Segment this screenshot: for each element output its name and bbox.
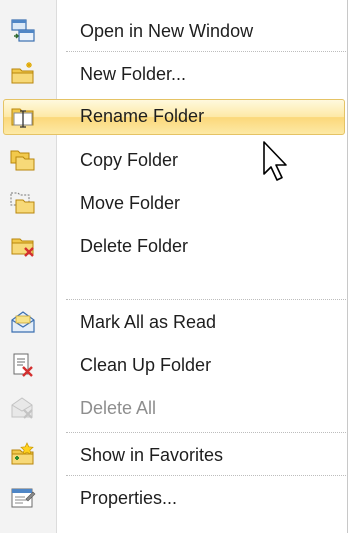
menu-separator (66, 299, 346, 300)
menu-separator (66, 51, 346, 52)
menu-item-label: Properties... (80, 488, 178, 508)
menu-item-label: Copy Folder (80, 150, 179, 170)
menu-item-show-in-favorites[interactable]: Show in Favorites (0, 437, 346, 473)
menu-item-label: Delete Folder (80, 236, 189, 256)
menu-item-move-folder[interactable]: Move Folder (0, 185, 346, 221)
mark-read-icon (11, 311, 35, 333)
menu-item-label: Delete All (80, 398, 157, 418)
folder-context-menu: Open in New Window New Folder... Rename … (0, 0, 348, 533)
menu-item-copy-folder[interactable]: Copy Folder (0, 142, 346, 178)
mouse-cursor-icon (263, 141, 287, 181)
menu-item-label: New Folder... (80, 64, 187, 84)
menu-separator (66, 432, 346, 433)
properties-icon (11, 488, 36, 508)
menu-item-new-folder[interactable]: New Folder... (0, 56, 346, 92)
menu-item-open-in-new-window[interactable]: Open in New Window (0, 13, 346, 49)
delete-folder-icon (11, 238, 34, 257)
menu-item-rename-folder[interactable]: Rename Folder (0, 98, 346, 135)
menu-item-label: Mark All as Read (80, 312, 217, 332)
menu-item-label: Clean Up Folder (80, 355, 212, 375)
rename-folder-icon (11, 108, 34, 128)
new-folder-icon (11, 62, 34, 84)
menu-item-delete-folder[interactable]: Delete Folder (0, 228, 346, 264)
menu-item-clean-up-folder[interactable]: Clean Up Folder (0, 347, 346, 383)
menu-item-label: Move Folder (80, 193, 181, 213)
menu-item-label: Show in Favorites (80, 445, 224, 465)
copy-folder-icon (10, 150, 35, 171)
menu-item-mark-all-as-read[interactable]: Mark All as Read (0, 304, 346, 340)
delete-all-icon (11, 397, 33, 419)
open-window-icon (11, 19, 35, 42)
favorites-icon (11, 442, 34, 465)
menu-item-delete-all[interactable]: Delete All (0, 390, 346, 426)
menu-item-label: Rename Folder (80, 106, 205, 126)
move-folder-icon (10, 192, 35, 214)
menu-item-properties[interactable]: Properties... (0, 480, 346, 516)
menu-separator (66, 475, 346, 476)
clean-up-icon (13, 353, 33, 377)
menu-item-label: Open in New Window (80, 21, 254, 41)
